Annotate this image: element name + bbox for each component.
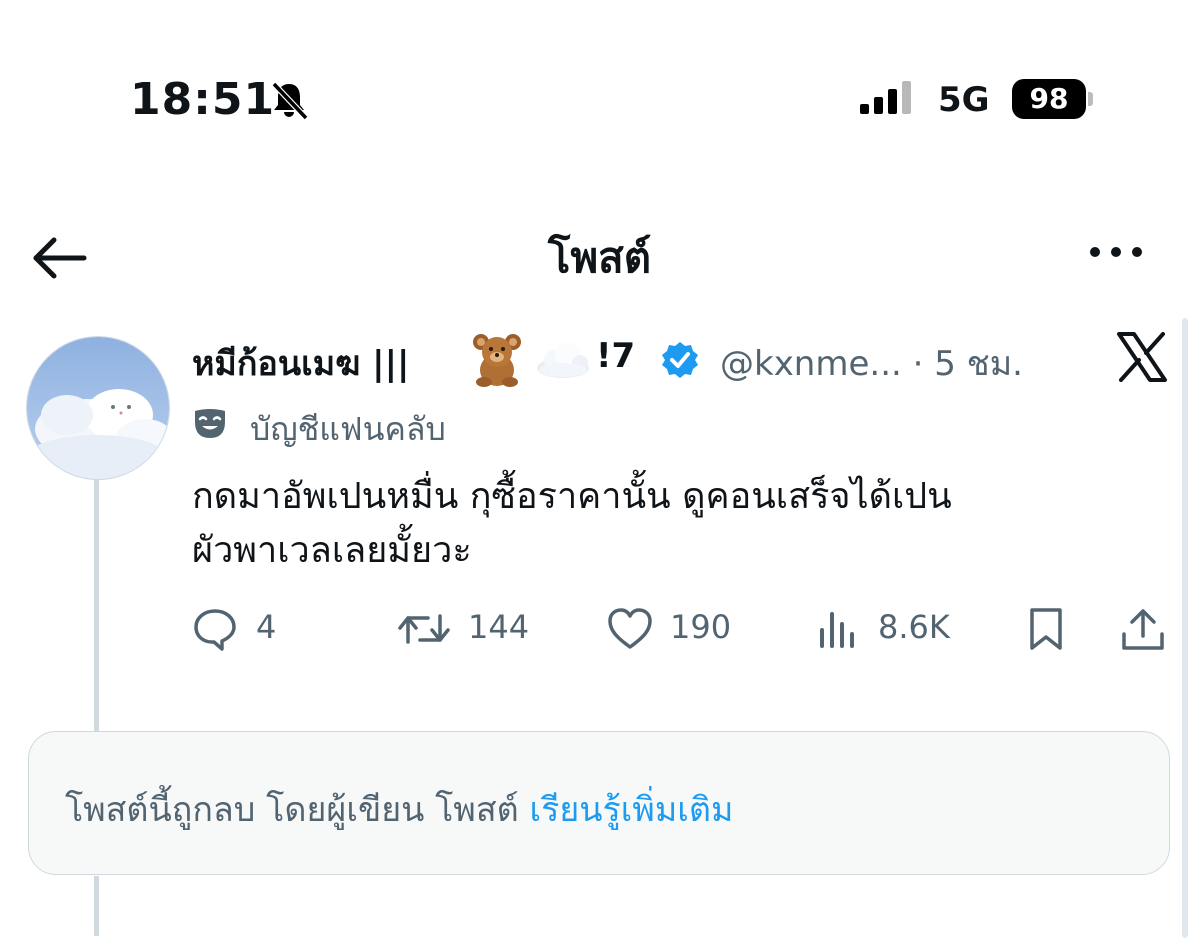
repost-icon — [398, 614, 450, 644]
share-button[interactable] — [1120, 600, 1168, 656]
verified-badge-icon — [662, 342, 698, 378]
battery-level: 98 — [1029, 82, 1069, 115]
signal-bars-icon — [860, 81, 911, 114]
status-time: 18:51 — [130, 74, 276, 125]
heart-icon — [608, 608, 652, 649]
reply-count: 4 — [256, 608, 277, 646]
battery-cap — [1088, 92, 1093, 106]
bookmark-button[interactable] — [1024, 600, 1072, 656]
like-count: 190 — [670, 608, 732, 646]
thread-line — [94, 472, 99, 732]
avatar[interactable] — [26, 336, 170, 480]
thread-line-continued — [94, 876, 99, 936]
teddy-bear-emoji-icon — [473, 334, 521, 387]
x-logo-icon — [1117, 332, 1167, 382]
account-label: บัญชีแฟนคลับ — [250, 410, 446, 448]
display-name-suffix: !7 — [596, 336, 636, 376]
notice-text: โพสต์นี้ถูกลบ โดยผู้เขียน โพสต์ — [65, 790, 519, 830]
repost-button[interactable]: 144 — [398, 600, 538, 656]
battery-icon: 98 — [1012, 79, 1086, 119]
theater-mask-icon — [195, 409, 225, 438]
handle-and-time[interactable]: @kxnme... · 5 ชม. — [720, 336, 1023, 390]
bell-slash-icon — [271, 81, 309, 120]
top-nav: โพสต์ — [0, 215, 1199, 295]
display-name[interactable]: หมีก้อนเมฆ ||| — [192, 336, 409, 390]
notice-text-row: โพสต์นี้ถูกลบ โดยผู้เขียน โพสต์ เรียนรู้… — [65, 782, 733, 836]
repost-count: 144 — [468, 608, 530, 646]
status-bar: 18:51 5G 98 — [0, 0, 1199, 200]
network-type: 5G — [938, 80, 990, 120]
more-horizontal-icon[interactable] — [1086, 237, 1146, 267]
deleted-post-notice: โพสต์นี้ถูกลบ โดยผู้เขียน โพสต์ เรียนรู้… — [28, 731, 1170, 875]
cloud-emoji-icon — [537, 342, 589, 378]
reply-button[interactable]: 4 — [192, 600, 292, 656]
learn-more-link[interactable]: เรียนรู้เพิ่มเติม — [529, 790, 733, 830]
view-count: 8.6K — [878, 608, 950, 646]
action-bar: 4 144 190 8.6K — [192, 600, 1182, 660]
post-body-text: กดมาอัพเปนหมื่น กุซื้อราคานั้น ดูคอนเสร็… — [192, 476, 952, 571]
avatar-cloud-image — [27, 337, 169, 479]
scrollbar[interactable] — [1182, 318, 1188, 938]
page-title: โพสต์ — [547, 233, 652, 282]
like-button[interactable]: 190 — [606, 600, 746, 656]
reply-icon — [194, 609, 236, 651]
bookmark-icon — [1030, 608, 1062, 650]
post-header: หมีก้อนเมฆ ||| !7 @kxnme... · 5 ชม. — [192, 330, 1092, 390]
arrow-left-icon[interactable] — [30, 233, 90, 283]
share-icon — [1122, 609, 1164, 650]
views-button[interactable]: 8.6K — [818, 600, 968, 656]
views-chart-icon — [820, 612, 854, 648]
